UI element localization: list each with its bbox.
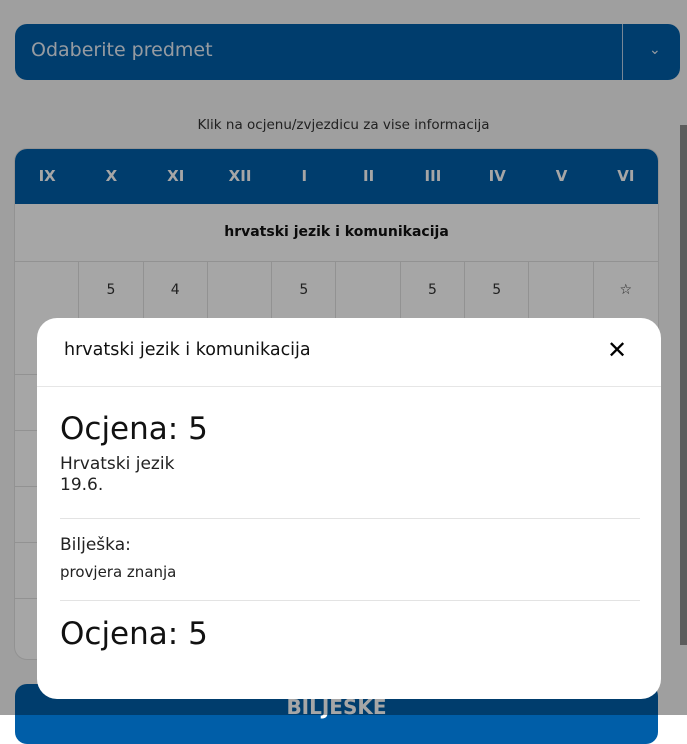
scrollbar[interactable]: [680, 125, 687, 645]
grade-title: Ocjena: 5: [60, 411, 208, 447]
modal-title: hrvatski jezik i komunikacija: [64, 340, 311, 360]
grade-subject: Hrvatski jezik: [60, 454, 175, 474]
grade-date: 19.6.: [60, 475, 104, 495]
grade-details-modal: hrvatski jezik i komunikacija ✕ Ocjena: …: [37, 318, 661, 699]
note-label: Bilješka:: [60, 535, 131, 555]
modal-divider: [60, 518, 640, 519]
modal-header: hrvatski jezik i komunikacija ✕: [37, 318, 661, 387]
modal-divider: [60, 600, 640, 601]
grade-title: Ocjena: 5: [60, 616, 208, 652]
close-icon[interactable]: ✕: [607, 336, 627, 364]
note-text: provjera znanja: [60, 563, 177, 581]
